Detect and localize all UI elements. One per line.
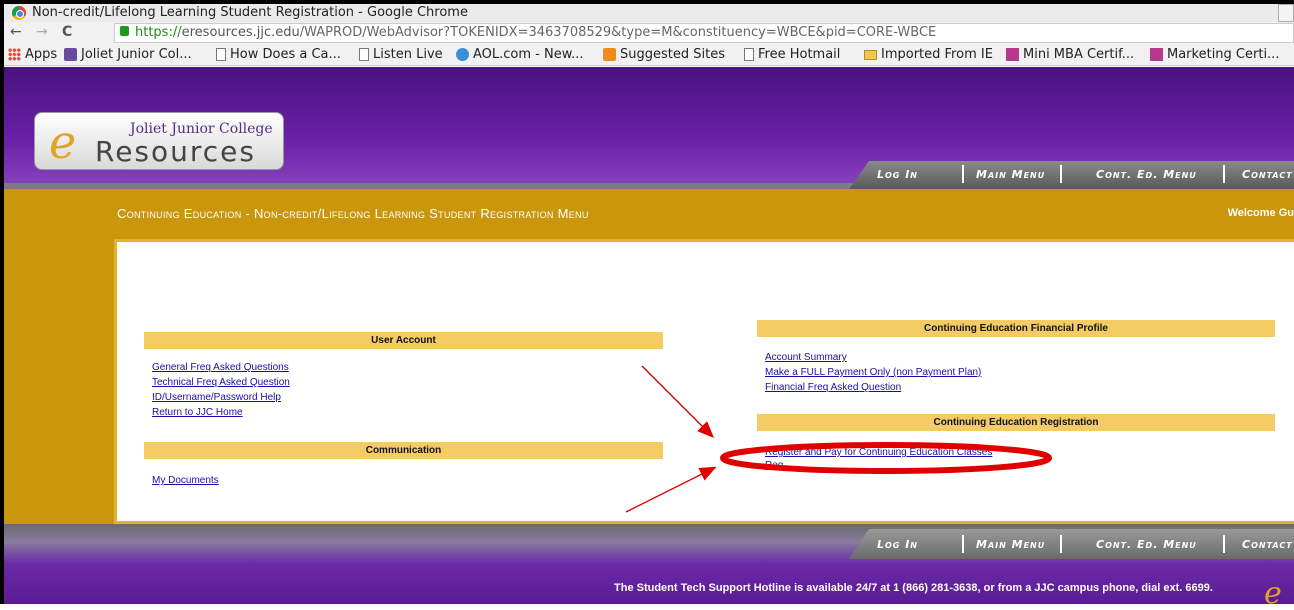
browser-toolbar: ← → C https://eresources.jjc.edu/WAPROD/… [4,22,1294,44]
link-technical-faq[interactable]: Technical Freq Asked Question [152,377,290,388]
section-header-communication: Communication [144,442,663,459]
section-header-user-account: User Account [144,332,663,349]
bookmark-how-does[interactable]: How Does a Ca... [216,47,341,62]
bookmark-label: Apps [25,47,58,62]
section-header-financial-profile: Continuing Education Financial Profile [757,320,1275,337]
window-title: Non-credit/Lifelong Learning Student Reg… [32,5,468,20]
nav-log-in[interactable]: Log In [877,168,918,181]
chrome-icon [12,6,26,20]
back-arrow-icon[interactable]: ← [10,24,22,40]
bookmark-suggested-sites[interactable]: Suggested Sites [603,47,725,62]
page-icon [216,48,226,61]
link-password-help[interactable]: ID/Username/Password Help [152,392,281,403]
bookmark-label: Suggested Sites [620,47,725,62]
nav-divider [1223,165,1225,183]
nav-cont-ed-menu[interactable]: Cont. Ed. Menu [1096,168,1197,181]
link-register-and-pay[interactable]: Register and Pay for Continuing Educatio… [765,447,992,458]
section-header-registration: Continuing Education Registration [757,414,1275,431]
link-return-jjc-home[interactable]: Return to JJC Home [152,407,243,418]
main-content: User Account General Freq Asked Question… [114,239,1294,524]
page-icon [359,48,369,61]
suggested-sites-icon [603,48,616,61]
screenshot-bottom-edge [0,604,1294,610]
bookmark-label: Marketing Certi... [1167,47,1280,62]
page-title: Continuing Education - Non-credit/Lifelo… [117,206,589,221]
footer-nav-cont-ed-menu[interactable]: Cont. Ed. Menu [1096,538,1197,551]
url-host: eresources.jjc.edu [181,25,300,40]
page-heading-bar: Continuing Education - Non-credit/Lifelo… [4,189,1294,239]
bookmark-label: Imported From IE [881,47,993,62]
bookmark-free-hotmail[interactable]: Free Hotmail [744,47,840,62]
bookmark-label: Listen Live [373,47,443,62]
window-control-button[interactable] [1278,4,1294,22]
jjc-icon [64,48,77,61]
forward-arrow-icon[interactable]: → [36,24,48,40]
link-reg-partial[interactable]: Reg [765,460,783,471]
reload-icon[interactable]: C [62,24,72,40]
footer-nav-log-in[interactable]: Log In [877,538,918,551]
bookmark-mini-mba[interactable]: Mini MBA Certif... [1006,47,1134,62]
bookmark-imported-from-ie[interactable]: Imported From IE [864,47,993,62]
nav-contact[interactable]: Contact [1242,168,1293,181]
page-icon [744,48,754,61]
bookmark-label: Mini MBA Certif... [1023,47,1135,62]
content-frame: User Account General Freq Asked Question… [4,239,1294,524]
link-my-documents[interactable]: My Documents [152,475,219,486]
url-text[interactable]: https://eresources.jjc.edu/WAPROD/WebAdv… [135,25,936,40]
bookmark-listen-live[interactable]: Listen Live [359,47,443,62]
url-scheme: https:// [135,25,182,40]
mba-icon [1006,48,1019,61]
screenshot-frame: Non-credit/Lifelong Learning Student Reg… [0,0,1294,610]
folder-icon [864,49,877,60]
url-path: /WAPROD/WebAdvisor?TOKENIDX=3463708529&t… [299,25,937,40]
apps-grid-icon [8,48,21,61]
e-logo-icon: e [49,115,77,169]
welcome-text: Welcome Gu [1227,207,1294,219]
bookmark-jjc[interactable]: Joliet Junior Col... [64,47,192,62]
bookmark-label: Free Hotmail [758,47,841,62]
lock-icon [120,26,129,36]
aol-icon [456,48,469,61]
link-account-summary[interactable]: Account Summary [765,352,847,363]
web-page: e Joliet Junior College Resources Log In… [4,67,1294,610]
site-header: e Joliet Junior College Resources Log In… [4,67,1294,189]
bookmark-label: How Does a Ca... [230,47,341,62]
tech-support-hotline: The Student Tech Support Hotline is avai… [614,582,1213,594]
nav-divider [962,535,964,553]
link-financial-faq[interactable]: Financial Freq Asked Question [765,382,901,393]
screenshot-left-border [0,0,4,610]
mba-icon [1150,48,1163,61]
bookmark-label: Joliet Junior Col... [81,47,192,62]
site-footer: Log In Main Menu Cont. Ed. Menu Contact … [4,524,1294,610]
nav-divider [1060,535,1062,553]
bookmark-label: AOL.com - New... [473,47,584,62]
top-nav-band: Log In Main Menu Cont. Ed. Menu Contact [4,161,1294,189]
nav-divider [962,165,964,183]
link-general-faq[interactable]: General Freq Asked Questions [152,362,289,373]
footer-nav-main-menu[interactable]: Main Menu [976,538,1045,551]
footer-nav-contact[interactable]: Contact [1242,538,1293,551]
bookmarks-bar: Apps Joliet Junior Col... How Does a Ca.… [4,44,1294,66]
nav-divider [1223,535,1225,553]
bookmark-aol[interactable]: AOL.com - New... [456,47,584,62]
bookmark-apps[interactable]: Apps [8,47,57,62]
nav-divider [1060,165,1062,183]
bookmark-marketing[interactable]: Marketing Certi... [1150,47,1279,62]
link-full-payment[interactable]: Make a FULL Payment Only (non Payment Pl… [765,367,981,378]
nav-main-menu[interactable]: Main Menu [976,168,1045,181]
browser-title-bar: Non-credit/Lifelong Learning Student Reg… [0,0,1294,22]
